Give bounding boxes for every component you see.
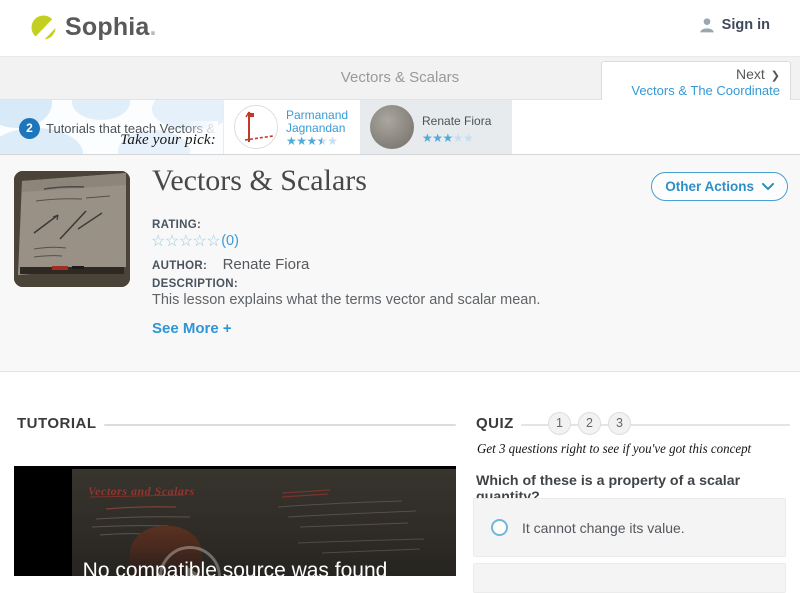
answer-option-label: It cannot change its value. xyxy=(522,519,685,536)
author-label: AUTHOR: xyxy=(152,260,208,272)
lesson-title: Vectors & Scalars xyxy=(152,164,367,197)
author-avatar-graph xyxy=(234,105,278,149)
lesson-navbar: Vectors & Scalars Next ❯ Vectors & The Co… xyxy=(0,56,800,120)
author-value: Renate Fiora xyxy=(222,256,310,273)
author-rating-stars: ★★★★★ xyxy=(422,131,474,145)
lesson-rating-stars: ☆☆☆☆☆(0) xyxy=(151,231,239,251)
answer-option[interactable]: It cannot change its value. xyxy=(473,498,786,557)
tutorial-count-badge: 2 xyxy=(19,118,40,139)
author-name: Parmanand Jagnandan xyxy=(286,108,349,135)
quiz-step-2: 2 xyxy=(578,412,601,435)
author-name: Renate Fiora xyxy=(422,114,492,128)
tutorial-picker-strip: 2 Tutorials that teach Vectors & S Take … xyxy=(0,100,800,155)
quiz-step-3: 3 xyxy=(608,412,631,435)
lower-section: TUTORIAL Vectors and Scalars No compatib… xyxy=(0,372,800,593)
picker-tagline: Take your pick: xyxy=(120,132,216,148)
star-icons: ☆☆☆☆☆ xyxy=(151,233,221,250)
sophia-logo[interactable]: Sophia. xyxy=(30,13,157,42)
brand-name: Sophia xyxy=(65,13,150,41)
author-avatar-photo xyxy=(370,105,414,149)
quiz-heading: QUIZ xyxy=(476,415,514,432)
other-actions-label: Other Actions xyxy=(665,179,754,194)
sign-in-label: Sign in xyxy=(721,17,770,33)
chevron-down-icon xyxy=(762,182,774,190)
other-actions-button[interactable]: Other Actions xyxy=(651,172,788,201)
tutorial-heading: TUTORIAL xyxy=(17,415,97,432)
radio-button[interactable] xyxy=(491,519,508,536)
tutorial-divider xyxy=(104,424,456,426)
next-label: Next xyxy=(735,66,765,82)
brand-dot: . xyxy=(149,13,157,41)
page: { "header": { "brand": "Sophia", "brand_… xyxy=(0,0,800,593)
picker-intro: 2 Tutorials that teach Vectors & S Take … xyxy=(0,100,223,154)
chevron-right-icon: ❯ xyxy=(770,70,780,82)
video-player[interactable]: Vectors and Scalars No compatible source… xyxy=(14,466,456,576)
quiz-step-1: 1 xyxy=(548,412,571,435)
author-rating-stars: ★★★★★★ xyxy=(286,134,338,148)
quiz-tagline: Get 3 questions right to see if you've g… xyxy=(477,441,752,456)
author-card-renate-fiora[interactable]: Renate Fiora ★★★★★ xyxy=(360,100,512,154)
author-row: AUTHOR: Renate Fiora xyxy=(152,256,309,274)
video-error-message: No compatible source was found xyxy=(82,559,388,576)
description-text: This lesson explains what the terms vect… xyxy=(152,292,541,308)
rating-count-link[interactable]: (0) xyxy=(221,233,239,249)
lesson-info-section: Vectors & Scalars RATING: ☆☆☆☆☆(0) AUTHO… xyxy=(0,155,800,372)
user-icon xyxy=(699,18,714,33)
rating-label: RATING: xyxy=(152,219,202,231)
lesson-thumbnail xyxy=(14,171,130,287)
see-more-link[interactable]: See More + xyxy=(152,320,232,337)
author-card-parmanand-jagnandan[interactable]: Parmanand Jagnandan ★★★★★★ xyxy=(223,100,360,154)
description-label: DESCRIPTION: xyxy=(152,278,239,290)
sophia-leaf-icon xyxy=(30,14,57,41)
header: Sophia. Sign in xyxy=(0,0,800,56)
decorative-blob xyxy=(72,100,130,120)
sign-in-button[interactable]: Sign in xyxy=(699,17,770,33)
answer-option-partial[interactable] xyxy=(473,563,786,593)
